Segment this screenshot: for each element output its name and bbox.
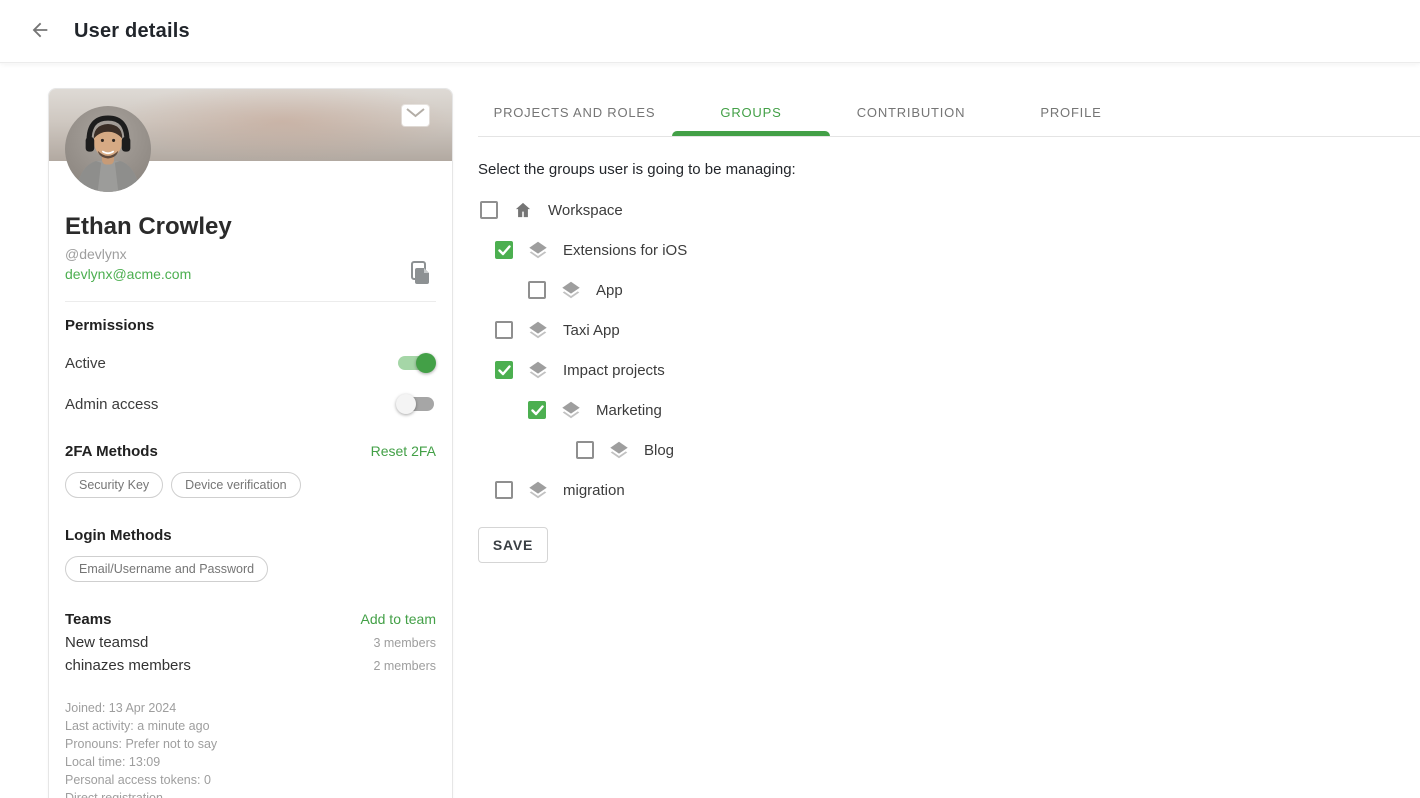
tab-profile[interactable]: PROFILE — [991, 88, 1151, 136]
meta-pronouns: Pronouns: Prefer not to say — [65, 735, 436, 753]
tree-node-label: App — [596, 282, 623, 299]
add-to-team-link[interactable]: Add to team — [361, 611, 437, 627]
team-members-count: 3 members — [373, 636, 436, 650]
admin-access-toggle[interactable] — [398, 397, 434, 411]
tree-row-taxi-app: Taxi App — [495, 310, 1420, 350]
tree-node-label: Marketing — [596, 402, 662, 419]
meta-access-tokens: Personal access tokens: 0 — [65, 771, 436, 789]
tree-row-app: App — [528, 270, 1420, 310]
detail-pane: PROJECTS AND ROLES GROUPS CONTRIBUTION P… — [478, 88, 1420, 563]
app-header: User details — [0, 0, 1420, 63]
app-checkbox[interactable] — [528, 281, 546, 299]
toggle-row-active: Active — [65, 351, 436, 375]
blog-checkbox[interactable] — [576, 441, 594, 459]
tree-node-label: Taxi App — [563, 322, 620, 339]
login-chip: Email/Username and Password — [65, 556, 268, 582]
content: Ethan Crowley @devlynx devlynx@acme.com … — [0, 63, 1420, 798]
copy-icon — [408, 274, 432, 289]
tree-row-impact-projects: Impact projects — [495, 350, 1420, 390]
layers-icon — [608, 439, 630, 461]
send-mail-button[interactable] — [402, 105, 429, 126]
toggle-knob — [416, 353, 436, 373]
profile-details: Ethan Crowley @devlynx devlynx@acme.com … — [49, 161, 452, 798]
twofa-title: 2FA Methods — [65, 443, 158, 460]
tree-row-blog: Blog — [576, 430, 1420, 470]
arrow-left-icon — [29, 19, 51, 44]
twofa-chip: Security Key — [65, 472, 163, 498]
team-name: chinazes members — [65, 657, 191, 674]
copy-email-button[interactable] — [406, 260, 434, 288]
team-members-count: 2 members — [373, 659, 436, 673]
teams-header: Teams Add to team — [65, 611, 436, 628]
extensions-for-ios-checkbox[interactable] — [495, 241, 513, 259]
toggle-knob — [396, 394, 416, 414]
twofa-header: 2FA Methods Reset 2FA — [65, 443, 436, 460]
back-button[interactable] — [24, 15, 56, 47]
identity-block: Ethan Crowley @devlynx devlynx@acme.com — [65, 213, 436, 284]
marketing-checkbox[interactable] — [528, 401, 546, 419]
toggle-row-admin: Admin access — [65, 392, 436, 416]
impact-projects-checkbox[interactable] — [495, 361, 513, 379]
permissions-title: Permissions — [65, 317, 436, 334]
meta-joined: Joined: 13 Apr 2024 — [65, 699, 436, 717]
layers-icon — [527, 319, 549, 341]
login-chips: Email/Username and Password — [65, 556, 436, 582]
tree-node-label: migration — [563, 482, 625, 499]
groups-instruction: Select the groups user is going to be ma… — [478, 161, 1420, 178]
team-name: New teamsd — [65, 634, 148, 651]
layers-icon — [527, 359, 549, 381]
groups-tree: Workspace Extensions for iOS App Taxi Ap… — [478, 190, 1420, 510]
login-methods-title: Login Methods — [65, 527, 436, 544]
mail-envelope-icon — [405, 107, 426, 125]
user-handle: @devlynx — [65, 246, 436, 262]
tab-bar: PROJECTS AND ROLES GROUPS CONTRIBUTION P… — [478, 88, 1420, 137]
meta-last-activity: Last activity: a minute ago — [65, 717, 436, 735]
tree-row-workspace: Workspace — [480, 190, 1420, 230]
layers-icon — [560, 279, 582, 301]
tab-groups[interactable]: GROUPS — [671, 88, 831, 136]
tree-node-label: Impact projects — [563, 362, 665, 379]
reset-2fa-link[interactable]: Reset 2FA — [371, 443, 436, 459]
meta-block: Joined: 13 Apr 2024 Last activity: a min… — [65, 699, 436, 798]
toggle-label: Admin access — [65, 396, 158, 413]
active-toggle[interactable] — [398, 356, 434, 370]
tab-contribution[interactable]: CONTRIBUTION — [831, 88, 991, 136]
workspace-checkbox[interactable] — [480, 201, 498, 219]
teams-title: Teams — [65, 611, 111, 628]
team-row: chinazes members 2 members — [65, 657, 436, 674]
taxi-app-checkbox[interactable] — [495, 321, 513, 339]
meta-local-time: Local time: 13:09 — [65, 753, 436, 771]
tree-row-marketing: Marketing — [528, 390, 1420, 430]
section-divider — [65, 301, 436, 302]
meta-registration: Direct registration — [65, 789, 436, 798]
tree-row-migration: migration — [495, 470, 1420, 510]
user-email-link[interactable]: devlynx@acme.com — [65, 266, 191, 282]
layers-icon — [560, 399, 582, 421]
layers-icon — [527, 239, 549, 261]
save-button[interactable]: SAVE — [478, 527, 548, 563]
tab-projects-and-roles[interactable]: PROJECTS AND ROLES — [478, 88, 671, 136]
tree-node-label: Blog — [644, 442, 674, 459]
avatar — [65, 106, 151, 192]
profile-card: Ethan Crowley @devlynx devlynx@acme.com … — [48, 88, 453, 798]
user-name: Ethan Crowley — [65, 213, 436, 241]
tree-row-extensions-for-ios: Extensions for iOS — [495, 230, 1420, 270]
home-icon — [512, 199, 534, 221]
toggle-label: Active — [65, 355, 106, 372]
team-row: New teamsd 3 members — [65, 634, 436, 651]
twofa-chips: Security Key Device verification — [65, 472, 436, 498]
tree-node-label: Workspace — [548, 202, 623, 219]
twofa-chip: Device verification — [171, 472, 300, 498]
tree-node-label: Extensions for iOS — [563, 242, 687, 259]
migration-checkbox[interactable] — [495, 481, 513, 499]
layers-icon — [527, 479, 549, 501]
page-title: User details — [74, 20, 190, 43]
